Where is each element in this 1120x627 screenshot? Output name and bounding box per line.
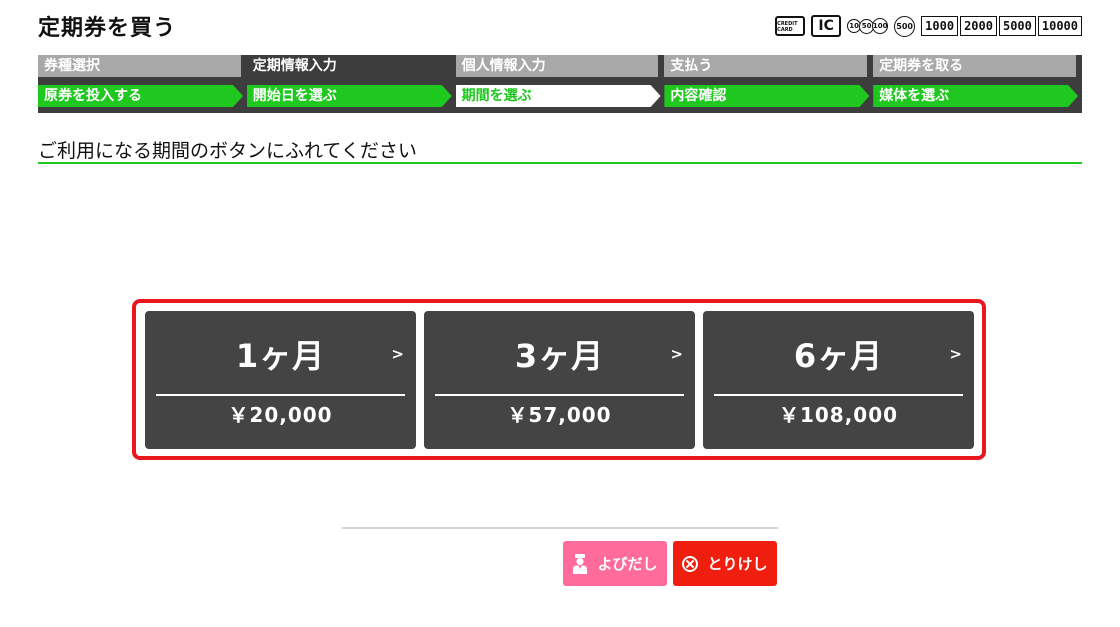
- period-1-month-button[interactable]: 1ヶ月 > ￥20,000: [145, 311, 416, 449]
- step-substep-current: 期間を選ぶ: [456, 85, 661, 107]
- page-title: 定期券を買う: [38, 16, 177, 41]
- chevron-right-icon: >: [670, 345, 683, 363]
- step-take-pass: 定期券を取る 媒体を選ぶ: [873, 55, 1082, 113]
- period-6-month-button[interactable]: 6ヶ月 > ￥108,000: [703, 311, 974, 449]
- step-header: 券種選択: [38, 55, 241, 77]
- step-header: 定期券を取る: [873, 55, 1076, 77]
- price-label: ￥57,000: [507, 403, 612, 427]
- chevron-right-icon: >: [391, 345, 404, 363]
- step-substep: 原券を投入する: [38, 85, 243, 107]
- instruction-text: ご利用になる期間のボタンにふれてください: [38, 136, 1082, 164]
- step-header: 個人情報入力: [455, 55, 659, 77]
- call-staff-label: よびだし: [597, 555, 658, 573]
- step-payment: 支払う 内容確認: [664, 55, 873, 113]
- period-3-month-button[interactable]: 3ヶ月 > ￥57,000: [424, 311, 695, 449]
- coins-icon: 10 50 100: [847, 18, 889, 34]
- staff-person-icon: [573, 553, 588, 574]
- call-staff-button[interactable]: よびだし: [563, 541, 667, 586]
- divider: [714, 394, 963, 396]
- divider: [435, 394, 684, 396]
- price-label: ￥108,000: [778, 403, 899, 427]
- step-header: 定期情報入力: [246, 55, 450, 77]
- chevron-right-icon: >: [949, 345, 962, 363]
- footer-divider: [342, 527, 778, 529]
- step-pass-info: 定期情報入力 開始日を選ぶ: [246, 55, 456, 113]
- divider: [156, 394, 405, 396]
- bill-1000-icon: 1000: [921, 16, 959, 36]
- step-header: 支払う: [664, 55, 868, 77]
- step-ticket-type: 券種選択 原券を投入する: [38, 55, 247, 113]
- period-label: 1ヶ月: [235, 337, 326, 375]
- step-substep: 内容確認: [664, 85, 869, 107]
- step-substep: 媒体を選ぶ: [873, 85, 1078, 107]
- payment-methods: CREDIT CARD IC 10 50 100 500 1000 2000 5…: [775, 14, 1082, 38]
- bill-5000-icon: 5000: [998, 16, 1036, 36]
- step-substep: 開始日を選ぶ: [247, 85, 452, 107]
- price-label: ￥20,000: [228, 403, 333, 427]
- cancel-circle-icon: [682, 555, 699, 572]
- credit-card-icon: CREDIT CARD: [775, 16, 806, 36]
- progress-steps: 券種選択 原券を投入する 定期情報入力 開始日を選ぶ 個人情報入力 期間を選ぶ …: [38, 55, 1082, 113]
- bill-2000-icon: 2000: [960, 16, 997, 36]
- coin-500-icon: 500: [894, 15, 916, 37]
- cancel-label: とりけし: [707, 555, 768, 573]
- bill-10000-icon: 10000: [1037, 16, 1082, 36]
- bills-icon: 1000 2000 5000 10000: [921, 16, 1082, 36]
- period-options: 1ヶ月 > ￥20,000 3ヶ月 > ￥57,000 6ヶ月 > ￥108,0…: [145, 311, 974, 449]
- period-label: 6ヶ月: [793, 337, 884, 375]
- step-personal-info: 個人情報入力 期間を選ぶ: [455, 55, 665, 113]
- period-label: 3ヶ月: [514, 337, 605, 375]
- cancel-button[interactable]: とりけし: [673, 541, 777, 586]
- ic-card-icon: IC: [811, 15, 842, 37]
- coin-100-icon: 100: [872, 18, 889, 34]
